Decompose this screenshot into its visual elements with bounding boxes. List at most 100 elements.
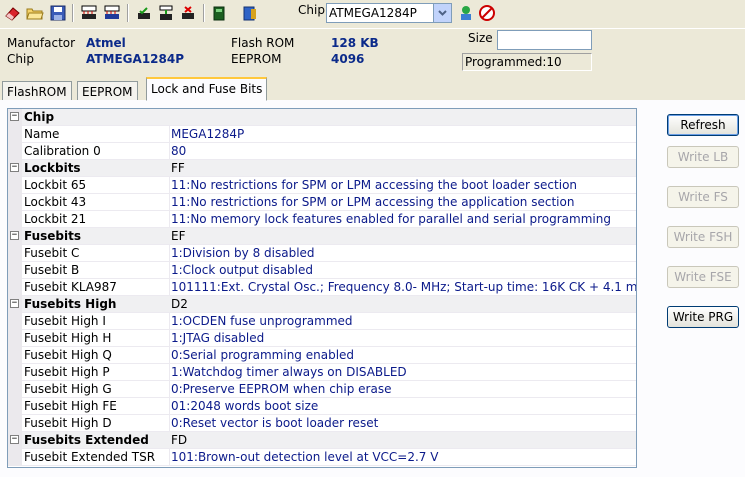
property-name: Fusebit High G — [24, 382, 112, 396]
property-value: 11:No restrictions for SPM or LPM access… — [171, 178, 578, 192]
programmed-counter: Programmed:10 — [462, 53, 592, 71]
chip-select-value: ATMEGA1284P — [329, 6, 417, 20]
eraser-icon[interactable] — [3, 3, 23, 23]
flash-rom-value: 128 KB — [331, 36, 379, 50]
property-name: Fusebit C — [24, 246, 80, 260]
grid-category-row[interactable]: − Fusebits EF — [8, 228, 636, 245]
tab-lock-and-fuse-bits[interactable]: Lock and Fuse Bits — [146, 77, 268, 101]
grid-category-row[interactable]: − Chip — [8, 109, 636, 126]
row-gutter — [8, 313, 22, 330]
eeprom-label: EEPROM — [231, 52, 282, 66]
chip-id-icon[interactable] — [456, 3, 476, 23]
grid-property-row[interactable]: Fusebit High Q 0:Serial programming enabl… — [8, 347, 636, 364]
row-gutter — [8, 177, 22, 194]
manufactor-value: Atmel — [86, 36, 126, 50]
property-value: 101:Brown-out detection level at VCC=2.7… — [171, 450, 439, 464]
lock-icon[interactable] — [209, 3, 229, 23]
size-label: Size — [468, 31, 493, 45]
category-name: Fusebits High — [24, 297, 117, 311]
grid-category-row[interactable]: − Fusebits Extended FD — [8, 432, 636, 449]
category-name: Lockbits — [24, 161, 81, 175]
row-gutter — [8, 330, 22, 347]
grid-property-row[interactable]: Fusebit High H 1:JTAG disabled — [8, 330, 636, 347]
save-disk-icon[interactable] — [48, 3, 68, 23]
chip-select[interactable]: ATMEGA1284P — [326, 3, 452, 23]
row-gutter — [8, 415, 22, 432]
tab-flashrom[interactable]: FlashROM — [2, 81, 72, 101]
property-value: 01:2048 words boot size — [171, 399, 319, 413]
row-gutter — [8, 126, 22, 143]
tab-strip: FlashROM EEPROM Lock and Fuse Bits — [0, 76, 745, 101]
chip-info-label: Chip — [7, 52, 34, 66]
erase-chip-icon[interactable] — [178, 3, 198, 23]
grid-property-row[interactable]: Fusebit High P 1:Watchdog timer always on… — [8, 364, 636, 381]
book-icon[interactable] — [240, 3, 260, 23]
grid-property-row[interactable]: Calibration 0 80 — [8, 143, 636, 160]
stop-icon[interactable] — [477, 3, 497, 23]
category-value: EF — [171, 229, 186, 243]
property-name: Lockbit 21 — [24, 212, 87, 226]
row-gutter — [8, 449, 22, 466]
property-value: 80 — [171, 144, 187, 158]
read-chip-icon[interactable] — [79, 3, 99, 23]
row-gutter — [8, 347, 22, 364]
write-lb-button[interactable]: Write LB — [667, 146, 739, 168]
property-name: Fusebit High D — [24, 416, 112, 430]
chevron-down-icon[interactable] — [433, 4, 451, 22]
grid-property-row[interactable]: Fusebit KLA987 101111:Ext. Crystal Osc.; … — [8, 279, 636, 296]
grid-property-row[interactable]: Fusebit C 1:Division by 8 disabled — [8, 245, 636, 262]
property-name: Fusebit High P — [24, 365, 110, 379]
collapse-toggle-icon[interactable]: − — [10, 231, 19, 240]
write-fs-button[interactable]: Write FS — [667, 186, 739, 208]
program-icon[interactable] — [156, 3, 176, 23]
grid-property-row[interactable]: Lockbit 43 11:No restrictions for SPM or … — [8, 194, 636, 211]
row-gutter — [8, 211, 22, 228]
category-name: Fusebits — [24, 229, 82, 243]
property-value: 0:Serial programming enabled — [171, 348, 355, 362]
chip-label: Chip — [298, 3, 325, 17]
property-value: 1:OCDEN fuse unprogrammed — [171, 314, 353, 328]
collapse-toggle-icon[interactable]: − — [10, 435, 19, 444]
grid-category-row[interactable]: − Fusebits High D2 — [8, 296, 636, 313]
grid-property-row[interactable]: Fusebit High G 0:Preserve EEPROM when chi… — [8, 381, 636, 398]
property-value: MEGA1284P — [171, 127, 245, 141]
property-value: 0:Preserve EEPROM when chip erase — [171, 382, 392, 396]
write-chip-icon[interactable] — [102, 3, 122, 23]
property-name: Fusebit Extended TSR — [24, 450, 156, 464]
property-name: Calibration 0 — [24, 144, 101, 158]
grid-property-row[interactable]: Name MEGA1284P — [8, 126, 636, 143]
row-gutter — [8, 364, 22, 381]
write-fsh-button[interactable]: Write FSH — [667, 226, 739, 248]
row-gutter — [8, 381, 22, 398]
property-name: Fusebit B — [24, 263, 80, 277]
fuse-property-grid[interactable]: − Chip Name MEGA1284P Calibration 0 80− Lockbi… — [7, 108, 637, 468]
grid-property-row[interactable]: Fusebit High FE 01:2048 words boot size — [8, 398, 636, 415]
collapse-toggle-icon[interactable]: − — [10, 163, 19, 172]
property-name: Lockbit 43 — [24, 195, 87, 209]
grid-property-row[interactable]: Fusebit High I 1:OCDEN fuse unprogrammed — [8, 313, 636, 330]
grid-property-row[interactable]: Fusebit Extended TSR 101:Brown-out detect… — [8, 449, 636, 466]
property-name: Fusebit KLA987 — [24, 280, 117, 294]
open-folder-icon[interactable] — [25, 3, 45, 23]
write-prg-button[interactable]: Write PRG — [667, 306, 739, 328]
programmed-text: Programmed:10 — [465, 55, 562, 69]
grid-property-row[interactable]: Lockbit 21 11:No memory lock features ena… — [8, 211, 636, 228]
collapse-toggle-icon[interactable]: − — [10, 299, 19, 308]
verify-icon[interactable] — [134, 3, 154, 23]
write-fse-button[interactable]: Write FSE — [667, 266, 739, 288]
grid-property-row[interactable]: Fusebit High D 0:Reset vector is boot loa… — [8, 415, 636, 432]
manufactor-label: Manufactor — [7, 36, 76, 50]
category-value: FD — [171, 433, 188, 447]
grid-property-row[interactable]: Fusebit B 1:Clock output disabled — [8, 262, 636, 279]
grid-property-row[interactable]: Lockbit 65 11:No restrictions for SPM or … — [8, 177, 636, 194]
property-value: 1:JTAG disabled — [171, 331, 265, 345]
row-gutter — [8, 398, 22, 415]
property-name: Fusebit High I — [24, 314, 106, 328]
refresh-button[interactable]: Refresh — [667, 114, 739, 136]
size-input[interactable] — [497, 30, 592, 50]
collapse-toggle-icon[interactable]: − — [10, 112, 19, 121]
eeprom-value: 4096 — [331, 52, 365, 66]
grid-category-row[interactable]: − Lockbits FF — [8, 160, 636, 177]
property-value: 11:No memory lock features enabled for p… — [171, 212, 611, 226]
tab-eeprom[interactable]: EEPROM — [77, 81, 138, 101]
